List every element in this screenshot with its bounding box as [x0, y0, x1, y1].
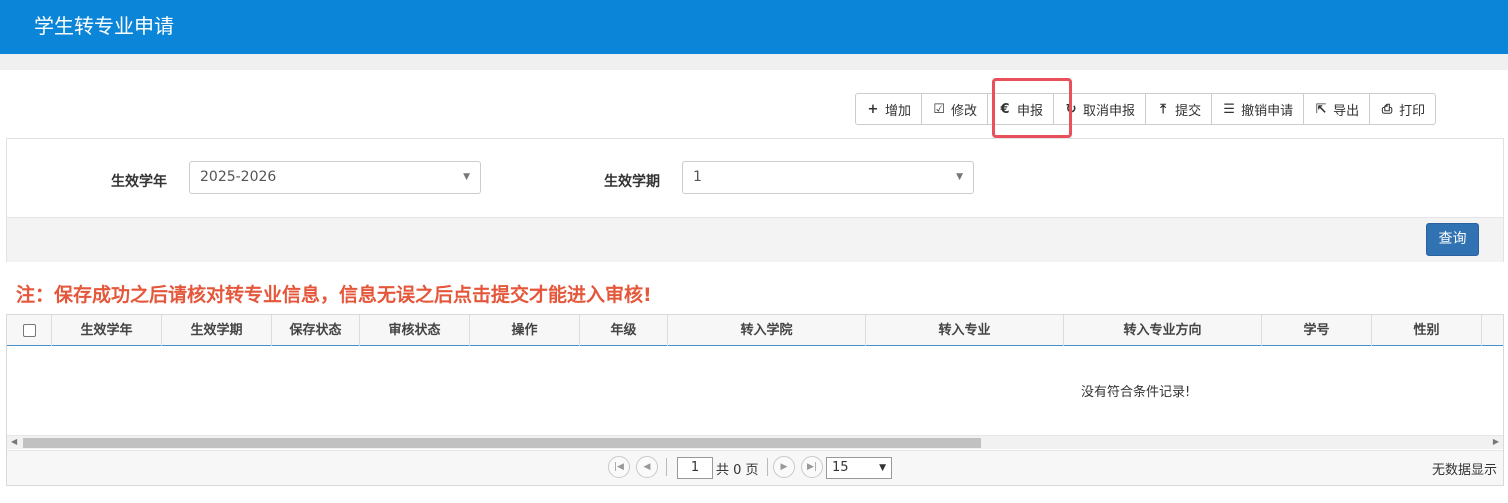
term-select[interactable]: 1 ▼: [682, 161, 974, 194]
declare-button[interactable]: € 申报: [988, 94, 1055, 124]
submit-button[interactable]: ⤒ 提交: [1146, 94, 1213, 124]
column-header[interactable]: 学号: [1262, 315, 1372, 346]
column-header[interactable]: 生效学期: [162, 315, 272, 346]
total-pages-text: 共 0 页: [716, 463, 759, 478]
first-page-icon[interactable]: |◀: [608, 456, 630, 478]
prev-page-icon[interactable]: ◀: [636, 456, 658, 478]
pager-divider: [767, 458, 768, 476]
page-size-select[interactable]: 15 ▼: [826, 457, 892, 479]
add-button-label: 增加: [885, 103, 912, 119]
term-label: 生效学期: [604, 174, 660, 190]
print-button-label: 打印: [1399, 103, 1426, 119]
caret-down-icon: ▼: [879, 463, 886, 473]
column-header[interactable]: 性别: [1372, 315, 1482, 346]
cancel-declare-button-label: 取消申报: [1083, 103, 1136, 119]
empty-message: 没有符合条件记录!: [1081, 385, 1191, 400]
year-select-value: 2025-2026: [200, 169, 277, 185]
year-label: 生效学年: [111, 174, 167, 190]
column-header[interactable]: 转入专业: [866, 315, 1064, 346]
scrollbar-thumb[interactable]: [23, 438, 981, 448]
export-button-label: 导出: [1333, 103, 1360, 119]
plus-icon: +: [867, 101, 879, 117]
scroll-right-icon[interactable]: ▶: [1493, 437, 1499, 446]
last-page-icon[interactable]: ▶|: [801, 456, 823, 478]
next-page-icon[interactable]: ▶: [773, 456, 795, 478]
list-icon: ☰: [1223, 101, 1235, 117]
column-header[interactable]: 转入学院: [668, 315, 866, 346]
edit-icon: ☑: [933, 101, 945, 117]
page-number-input[interactable]: 1: [677, 457, 713, 479]
refresh-icon: ↻: [1065, 101, 1077, 117]
year-select[interactable]: 2025-2026 ▼: [189, 161, 481, 194]
query-button[interactable]: 查询: [1426, 223, 1479, 256]
column-header[interactable]: 保存状态: [272, 315, 360, 346]
print-button[interactable]: ⎙ 打印: [1370, 94, 1435, 124]
edit-button[interactable]: ☑ 修改: [922, 94, 989, 124]
withdraw-button[interactable]: ☰ 撤销申请: [1212, 94, 1305, 124]
page-size-value: 15: [832, 460, 849, 475]
pager-divider: [666, 458, 667, 476]
print-icon: ⎙: [1381, 101, 1393, 117]
column-header[interactable]: 年级: [580, 315, 668, 346]
select-all-cell: [7, 315, 52, 346]
action-toolbar: + 增加 ☑ 修改 € 申报 ↻ 取消申报 ⤒ 提交 ☰ 撤销申请 ⇱ 导出 ⎙…: [855, 93, 1437, 125]
withdraw-button-label: 撤销申请: [1241, 103, 1294, 119]
select-all-checkbox[interactable]: [22, 324, 36, 337]
page-title: 学生转专业申请: [34, 14, 174, 38]
euro-icon: €: [1000, 101, 1010, 117]
horizontal-scrollbar[interactable]: ◀ ▶: [7, 435, 1503, 449]
column-header[interactable]: 生效学年: [52, 315, 162, 346]
records-info: 无数据显示: [1431, 463, 1497, 478]
upload-icon: ⤒: [1160, 101, 1166, 117]
caret-down-icon: ▼: [463, 172, 470, 182]
submit-button-label: 提交: [1175, 103, 1202, 119]
export-button[interactable]: ⇱ 导出: [1304, 94, 1371, 124]
add-button[interactable]: + 增加: [856, 94, 923, 124]
header-spacer: [0, 54, 1508, 70]
filter-panel: 生效学年 2025-2026 ▼ 生效学期 1 ▼ 查询: [6, 138, 1504, 262]
term-select-value: 1: [693, 169, 702, 185]
data-grid: 生效学年 生效学期 保存状态 审核状态 操作 年级 转入学院 转入专业 转入专业…: [6, 314, 1504, 486]
scroll-left-icon[interactable]: ◀: [11, 437, 17, 446]
caret-down-icon: ▼: [956, 172, 963, 182]
column-header[interactable]: 审核状态: [360, 315, 470, 346]
cancel-declare-button[interactable]: ↻ 取消申报: [1054, 94, 1147, 124]
column-header[interactable]: 操作: [470, 315, 580, 346]
notice-text: 注：保存成功之后请核对转专业信息，信息无误之后点击提交才能进入审核!: [16, 284, 652, 306]
filter-actions: 查询: [7, 217, 1503, 262]
grid-header: 生效学年 生效学期 保存状态 审核状态 操作 年级 转入学院 转入专业 转入专业…: [7, 315, 1503, 346]
export-icon: ⇱: [1315, 101, 1327, 117]
pagination-bar: |◀ ◀ 1 共 0 页 ▶ ▶| 15 ▼ 无数据显示: [7, 450, 1503, 485]
edit-button-label: 修改: [951, 103, 978, 119]
column-header[interactable]: 转入专业方向: [1064, 315, 1262, 346]
declare-button-label: 申报: [1017, 103, 1044, 119]
app-header: 学生转专业申请: [0, 0, 1508, 54]
